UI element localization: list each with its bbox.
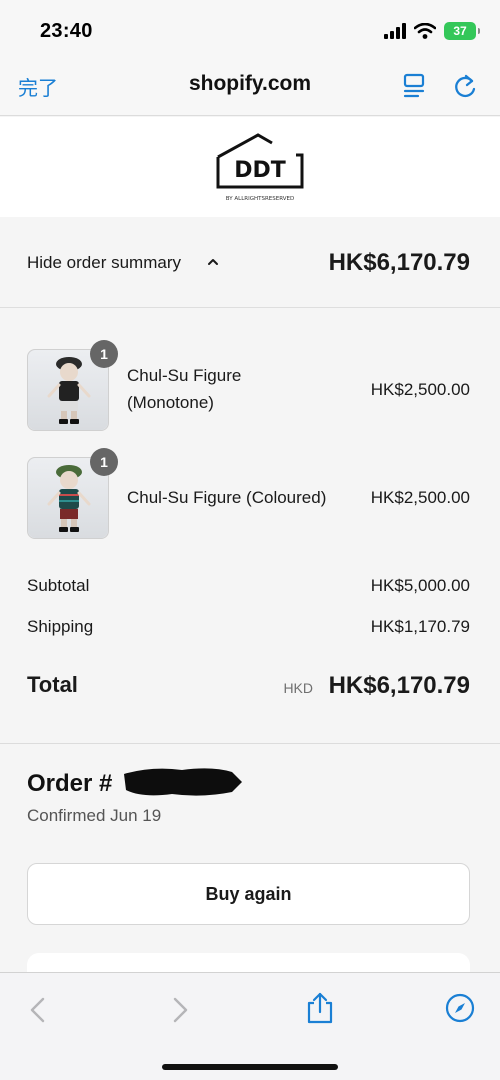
battery-level: 37 xyxy=(453,24,467,38)
item-name: Chul-Su Figure (Monotone) xyxy=(127,362,241,416)
share-icon[interactable] xyxy=(305,991,335,1025)
item-price: HK$2,500.00 xyxy=(370,380,470,399)
subtotal-label: Subtotal xyxy=(27,576,90,595)
status-bar: 23:40 37 xyxy=(0,0,500,58)
item-name-line1: Chul-Su Figure xyxy=(127,366,242,385)
forward-icon[interactable] xyxy=(168,995,192,1025)
cellular-signal-icon xyxy=(384,23,406,39)
quantity-badge: 1 xyxy=(90,448,118,476)
total-label: Total xyxy=(27,672,78,697)
reader-view-icon[interactable] xyxy=(402,72,428,100)
total-value: HK$6,170.79 xyxy=(328,672,470,699)
order-title: Order # xyxy=(27,770,113,797)
subtotal-row: Subtotal HK$5,000.00 xyxy=(27,576,470,596)
line-item: 1 Chul-Su Figure (Coloured) HK$2,500.00 xyxy=(0,448,500,539)
line-item: 1 Chul-Su Figure (Monotone) HK$2,500.00 xyxy=(0,340,500,431)
shipping-row: Shipping HK$1,170.79 xyxy=(27,617,470,637)
buy-again-button[interactable]: Buy again xyxy=(27,863,470,925)
total-row: Total HKD HK$6,170.79 xyxy=(27,672,470,699)
safari-compass-icon[interactable] xyxy=(445,993,475,1023)
status-time: 23:40 xyxy=(40,20,93,42)
order-confirmed-date: Confirmed Jun 19 xyxy=(27,806,162,825)
logo-tagline: BY ALLRIGHTSRESERVED xyxy=(226,196,294,202)
summary-total: HK$6,170.79 xyxy=(328,249,470,276)
redaction-mark xyxy=(124,768,242,796)
back-icon[interactable] xyxy=(26,995,50,1025)
browser-bar: 完了 shopify.com xyxy=(0,58,500,116)
section-divider xyxy=(0,743,500,744)
shipping-value: HK$1,170.79 xyxy=(370,617,470,636)
shipping-label: Shipping xyxy=(27,617,94,636)
battery-icon: 37 xyxy=(444,22,480,40)
logo-mark: DDT xyxy=(234,158,286,183)
wifi-icon xyxy=(414,23,436,39)
reload-icon[interactable] xyxy=(452,72,478,100)
order-summary-toggle[interactable]: Hide order summary HK$6,170.79 xyxy=(0,217,500,308)
subtotal-value: HK$5,000.00 xyxy=(370,576,470,595)
status-icons: 37 xyxy=(384,20,480,42)
item-price: HK$2,500.00 xyxy=(370,488,470,507)
quantity-badge: 1 xyxy=(90,340,118,368)
product-thumbnail: 1 xyxy=(27,448,118,539)
hide-order-summary-label: Hide order summary xyxy=(27,253,181,272)
total-currency: HKD xyxy=(283,680,313,696)
store-logo: DDT BY ALLRIGHTSRESERVED xyxy=(216,133,304,202)
product-thumbnail: 1 xyxy=(27,340,118,431)
chevron-up-icon xyxy=(208,259,218,265)
home-indicator xyxy=(162,1064,338,1070)
item-name-line2: (Monotone) xyxy=(127,393,214,412)
store-header: DDT BY ALLRIGHTSRESERVED xyxy=(0,117,500,217)
item-name: Chul-Su Figure (Coloured) xyxy=(127,488,327,507)
